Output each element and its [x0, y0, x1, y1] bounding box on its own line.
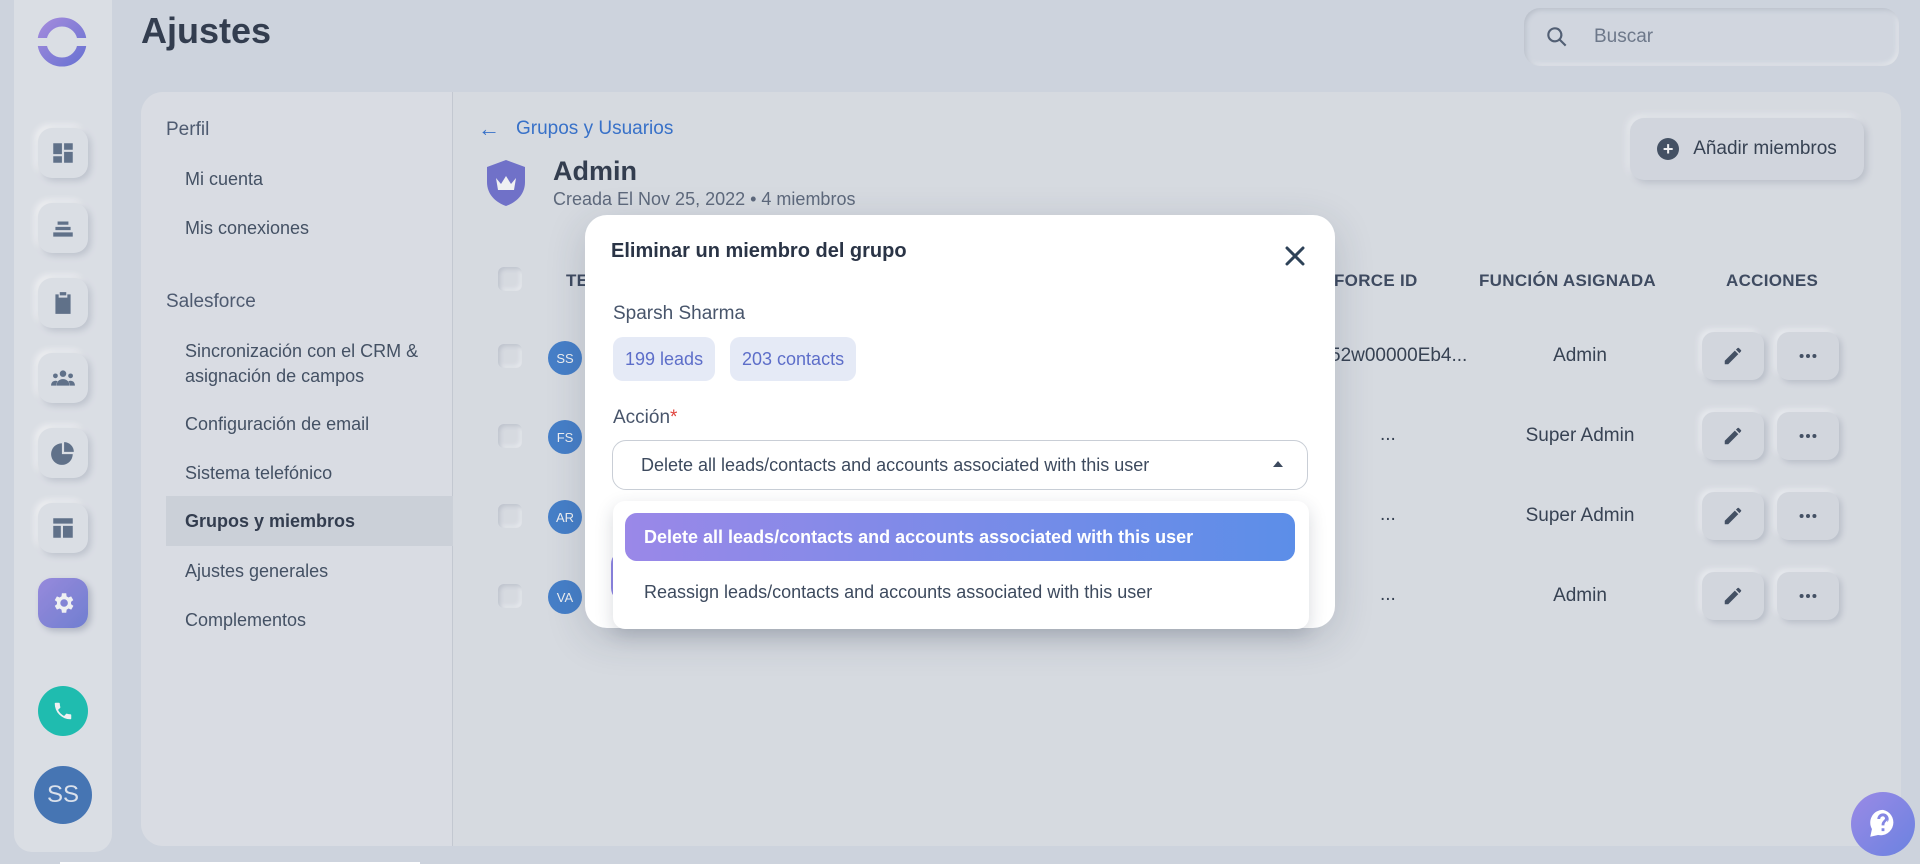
required-asterisk: * — [670, 407, 678, 428]
caret-up-icon — [1273, 461, 1283, 467]
leads-count-badge: 199 leads — [613, 337, 716, 381]
action-select[interactable]: Delete all leads/contacts and accounts a… — [612, 440, 1308, 490]
close-icon[interactable] — [1280, 241, 1310, 271]
help-chat-icon — [1870, 809, 1894, 837]
member-name: Sparsh Sharma — [613, 303, 746, 324]
action-dropdown-menu: Delete all leads/contacts and accounts a… — [613, 501, 1309, 629]
modal-title: Eliminar un miembro del grupo — [611, 240, 907, 262]
dropdown-option-delete[interactable]: Delete all leads/contacts and accounts a… — [625, 513, 1295, 561]
action-label: Acción* — [613, 407, 677, 429]
action-select-value: Delete all leads/contacts and accounts a… — [641, 454, 1150, 475]
action-label-text: Acción — [613, 407, 671, 428]
help-chat-button[interactable] — [1851, 792, 1915, 856]
dropdown-option-reassign[interactable]: Reassign leads/contacts and accounts ass… — [625, 568, 1295, 616]
contacts-count-badge: 203 contacts — [730, 337, 857, 381]
